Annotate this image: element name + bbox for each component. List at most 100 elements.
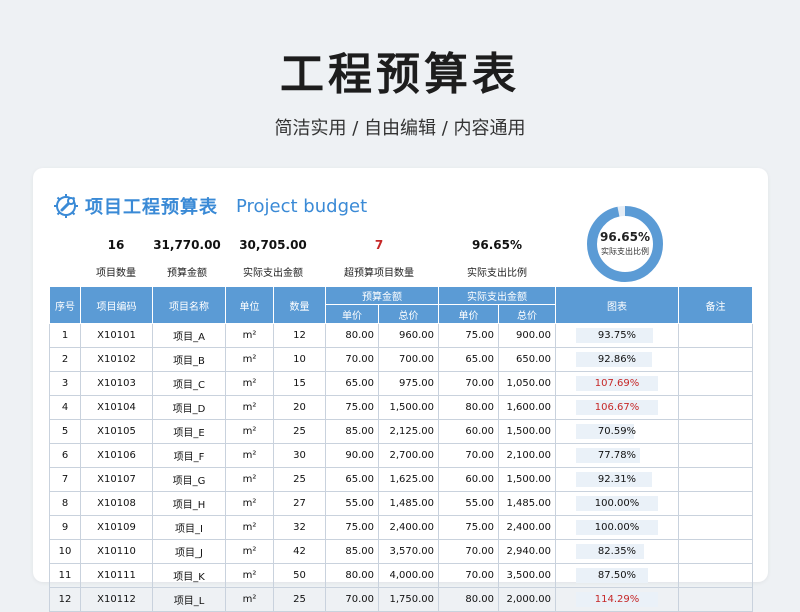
cell-qty: 10 xyxy=(273,347,326,372)
cell-note[interactable] xyxy=(678,419,753,444)
table-row: 6 X10106 项目_F m² 30 90.00 2,700.00 70.00 2,100.0… xyxy=(49,443,753,468)
cell-note[interactable] xyxy=(678,515,753,540)
cell-seq: 1 xyxy=(49,323,81,348)
cell-actual-total: 2,940.00 xyxy=(498,539,556,564)
cell-budget-total: 2,400.00 xyxy=(378,515,439,540)
stat-project-count: 16 项目数量 xyxy=(91,238,141,279)
col-header-budget: 预算金额 xyxy=(325,286,439,305)
ratio-bar-label: 77.78% xyxy=(597,450,637,461)
card-header: 项目工程预算表 Project budget xyxy=(51,190,367,222)
cell-code: X10112 xyxy=(80,587,153,612)
cell-note[interactable] xyxy=(678,347,753,372)
col-header-unit: 单位 xyxy=(225,286,274,324)
table-body: 1 X10101 项目_A m² 12 80.00 960.00 75.00 900.00 93.… xyxy=(49,323,753,612)
col-header-actual-total: 总价 xyxy=(498,304,556,324)
cell-qty: 50 xyxy=(273,563,326,588)
cell-qty: 15 xyxy=(273,371,326,396)
cell-note[interactable] xyxy=(678,539,753,564)
table-row: 12 X10112 项目_L m² 25 70.00 1,750.00 80.00 2,000.… xyxy=(49,587,753,612)
ratio-bar-label: 87.50% xyxy=(597,570,637,581)
cell-unit: m² xyxy=(225,371,274,396)
cell-note[interactable] xyxy=(678,443,753,468)
ratio-bar-label: 93.75% xyxy=(597,330,637,341)
cell-actual-total: 1,500.00 xyxy=(498,419,556,444)
col-header-actual: 实际支出金额 xyxy=(438,286,556,305)
col-header-budget-total: 总价 xyxy=(378,304,439,324)
cell-code: X10107 xyxy=(80,467,153,492)
cell-code: X10102 xyxy=(80,347,153,372)
cell-unit: m² xyxy=(225,491,274,516)
cell-budget-unit-price: 90.00 xyxy=(325,443,379,468)
cell-budget-unit-price: 55.00 xyxy=(325,491,379,516)
cell-code: X10103 xyxy=(80,371,153,396)
ratio-bar: 106.67% xyxy=(576,400,658,415)
ratio-bar-label: 100.00% xyxy=(594,522,640,533)
cell-budget-total: 4,000.00 xyxy=(378,563,439,588)
cell-note[interactable] xyxy=(678,371,753,396)
cell-seq: 5 xyxy=(49,419,81,444)
cell-note[interactable] xyxy=(678,323,753,348)
cell-note[interactable] xyxy=(678,467,753,492)
ratio-bar: 107.69% xyxy=(576,376,658,391)
cell-budget-unit-price: 85.00 xyxy=(325,539,379,564)
cell-unit: m² xyxy=(225,323,274,348)
ratio-bar: 100.00% xyxy=(576,520,658,535)
stat-budget-amount: 31,770.00 预算金额 xyxy=(151,238,223,279)
col-header-qty: 数量 xyxy=(273,286,326,324)
cell-name: 项目_D xyxy=(152,395,226,420)
table-row: 5 X10105 项目_E m² 25 85.00 2,125.00 60.00 1,500.0… xyxy=(49,419,753,444)
cell-actual-unit-price: 70.00 xyxy=(438,371,499,396)
cell-name: 项目_E xyxy=(152,419,226,444)
cell-ratio-bar: 82.35% xyxy=(555,539,679,564)
table-row: 3 X10103 项目_C m² 15 65.00 975.00 70.00 1,050.00 1… xyxy=(49,371,753,396)
donut-label: 实际支出比例 xyxy=(601,247,649,256)
cell-name: 项目_L xyxy=(152,587,226,612)
cell-actual-unit-price: 75.00 xyxy=(438,323,499,348)
cell-code: X10108 xyxy=(80,491,153,516)
cell-ratio-bar: 77.78% xyxy=(555,443,679,468)
cell-actual-total: 1,485.00 xyxy=(498,491,556,516)
cell-qty: 42 xyxy=(273,539,326,564)
cell-budget-unit-price: 65.00 xyxy=(325,467,379,492)
cell-ratio-bar: 92.86% xyxy=(555,347,679,372)
card-heading-cn: 项目工程预算表 xyxy=(85,197,218,218)
cell-budget-unit-price: 85.00 xyxy=(325,419,379,444)
cell-unit: m² xyxy=(225,419,274,444)
stat-actual-amount: 30,705.00 实际支出金额 xyxy=(233,238,313,279)
cell-note[interactable] xyxy=(678,395,753,420)
stat-label: 预算金额 xyxy=(167,268,207,279)
ratio-bar: 92.31% xyxy=(576,472,658,487)
cell-name: 项目_G xyxy=(152,467,226,492)
col-header-budget-unit-price: 单价 xyxy=(325,304,379,324)
cell-seq: 7 xyxy=(49,467,81,492)
cell-seq: 6 xyxy=(49,443,81,468)
cell-budget-total: 2,125.00 xyxy=(378,419,439,444)
cell-unit: m² xyxy=(225,443,274,468)
cell-budget-total: 1,485.00 xyxy=(378,491,439,516)
col-header-code: 项目编码 xyxy=(80,286,153,324)
cell-qty: 32 xyxy=(273,515,326,540)
cell-name: 项目_K xyxy=(152,563,226,588)
table-row: 7 X10107 项目_G m² 25 65.00 1,625.00 60.00 1,500.0… xyxy=(49,467,753,492)
cell-note[interactable] xyxy=(678,563,753,588)
cell-seq: 3 xyxy=(49,371,81,396)
cell-actual-total: 650.00 xyxy=(498,347,556,372)
cell-note[interactable] xyxy=(678,587,753,612)
ratio-bar: 92.86% xyxy=(576,352,658,367)
ratio-bar: 77.78% xyxy=(576,448,658,463)
cell-note[interactable] xyxy=(678,491,753,516)
cell-budget-total: 1,625.00 xyxy=(378,467,439,492)
cell-budget-total: 1,750.00 xyxy=(378,587,439,612)
cell-qty: 20 xyxy=(273,395,326,420)
cell-budget-unit-price: 75.00 xyxy=(325,395,379,420)
stat-label: 实际支出金额 xyxy=(243,268,303,279)
cell-seq: 9 xyxy=(49,515,81,540)
table-row: 2 X10102 项目_B m² 10 70.00 700.00 65.00 650.00 92.… xyxy=(49,347,753,372)
col-header-chart: 图表 xyxy=(555,286,679,324)
cell-unit: m² xyxy=(225,539,274,564)
donut-value: 96.65% xyxy=(600,230,650,244)
cell-ratio-bar: 100.00% xyxy=(555,491,679,516)
ratio-bar: 87.50% xyxy=(576,568,658,583)
cell-actual-unit-price: 55.00 xyxy=(438,491,499,516)
col-header-name: 项目名称 xyxy=(152,286,226,324)
